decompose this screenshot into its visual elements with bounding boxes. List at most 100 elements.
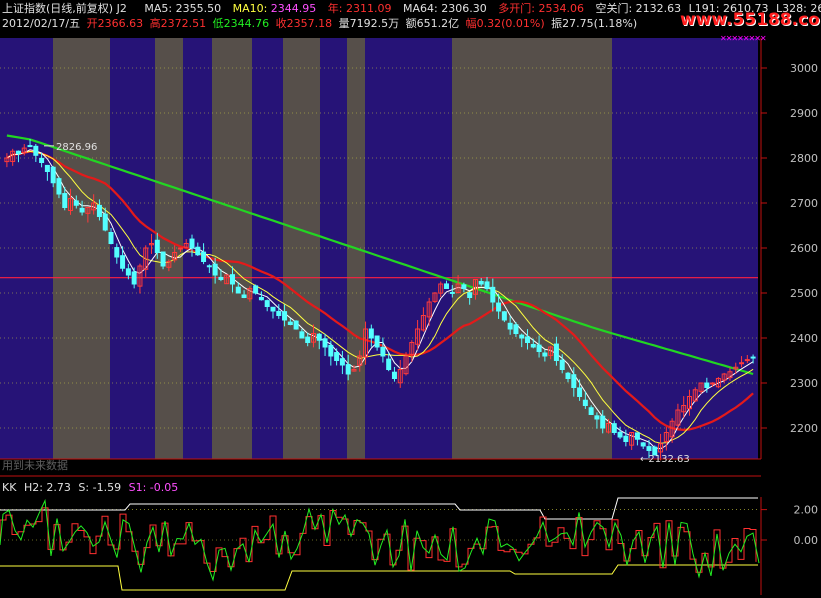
s1-value: -0.05 [149,481,179,494]
candle-body [229,274,235,285]
candle-body [594,415,600,420]
candle-body [108,231,114,245]
candle-body [131,271,137,285]
bull-door-value: 2534.06 [538,2,584,15]
candle-body [125,268,131,276]
candle-body [27,145,33,148]
quote-line: 2012/02/17/五 开2366.63 高2372.51 低2344.76 … [2,16,637,32]
candle-body [270,306,276,312]
candle-body [102,213,108,231]
ma5-label: MA5: [144,2,173,15]
low-marker-label: ←2132.63 [640,454,690,465]
candle-body [206,265,212,268]
candle-body [177,247,183,250]
indicator-y-tick-label: 2.00 [794,504,819,517]
candle-body [507,322,513,330]
watermark-decoration: ✕✕✕✕✕✕✕✕ [720,34,767,43]
upper-envelope [0,497,758,520]
candle-body [368,328,374,339]
y-tick-label: 2800 [790,152,818,165]
candle-body [334,352,340,361]
candle-body [449,291,455,294]
candle-body [640,442,646,447]
candle-body [160,251,166,267]
volume-label: 量 [338,17,350,30]
candle-body [316,333,322,341]
candle-body [582,399,588,407]
candle-body [114,247,120,258]
candle-body [264,300,270,307]
candle-body [565,372,571,379]
h2-value: 2.73 [46,481,71,494]
candle-body [478,280,484,285]
candle-body [501,311,507,321]
bull-door-label: 多开门: [498,2,535,15]
candle-body [33,145,39,156]
y-tick-label: 2600 [790,242,818,255]
high-label: 高 [149,17,161,30]
open-label: 开 [86,17,98,30]
future-data-note: 用到未来数据 [2,459,68,472]
candle-body [617,431,623,438]
lower-envelope [0,564,758,591]
amplitude-label: 振 [551,17,563,30]
candle-body [62,193,68,208]
h2-label: H2: [23,481,43,494]
y-tick-label: 2200 [790,422,818,435]
ma5-value: 2355.50 [175,2,222,15]
candle-body [374,335,380,348]
candle-body [553,343,559,362]
candle-body [218,276,224,280]
candle-body [519,334,525,339]
change-value: 0.32(0.01%) [476,17,545,30]
regime-shading [0,38,758,459]
y-tick-label: 2300 [790,377,818,390]
candle-body [467,292,473,299]
low-label: 低 [212,17,224,30]
candle-body [258,296,264,301]
s-value: -1.59 [92,481,122,494]
volume-value: 7192.5万 [349,17,400,30]
candle-body [15,150,21,154]
candle-body [235,286,241,294]
quote-date: 2012/02/17/五 [2,17,81,30]
candle-body [120,255,126,269]
candle-body [39,157,45,164]
candle-body [201,251,207,262]
candle-body [299,331,305,339]
y-tick-label: 2400 [790,332,818,345]
candle-body [195,246,201,256]
indicator-y-tick-label: 0.00 [794,534,819,547]
index-code: J2 [116,2,127,15]
candle-body [282,311,288,321]
amplitude-value: 27.75(1.18%) [562,17,638,30]
candle-body [490,286,496,303]
candle-body [287,321,293,325]
candle-body [339,358,345,366]
amount-value: 651.2亿 [416,17,460,30]
y-tick-label: 2900 [790,107,818,120]
ma64-label: MA64: [403,2,438,15]
candle-body [96,204,102,217]
y-tick-label: 2500 [790,287,818,300]
candle-body [241,294,247,299]
candle-body [253,285,259,294]
candle-body [646,446,652,452]
year-label: 年: [327,2,343,15]
candle-body [50,166,56,184]
bull-region [0,38,758,459]
candle-body [305,336,311,344]
candle-body [536,344,542,352]
candle-body [704,382,710,389]
candle-body [577,387,583,398]
low-value: 2344.76 [223,17,270,30]
y-tick-label: 2700 [790,197,818,210]
candle-body [530,344,536,348]
candle-body [328,344,334,357]
bear-region [212,38,252,459]
candle-body [710,382,716,385]
change-label: 幅 [465,17,477,30]
open-value: 2366.63 [97,17,144,30]
candle-body [542,352,548,357]
ma10-label: MA10: [232,2,268,15]
